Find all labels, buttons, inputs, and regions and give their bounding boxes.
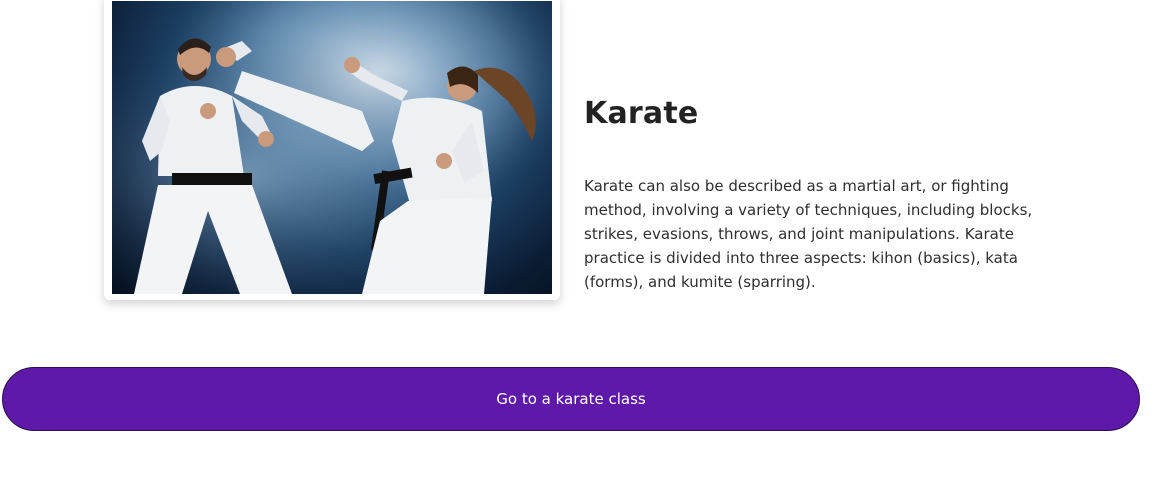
karate-illustration [112, 1, 552, 294]
karate-photo [112, 1, 552, 294]
feature-title: Karate [584, 96, 699, 131]
go-to-karate-class-button[interactable]: Go to a karate class [2, 367, 1140, 431]
feature-description: Karate can also be described as a martia… [584, 177, 1033, 291]
image-card [104, 0, 560, 300]
feature-content: Karate Karate can also be described as a… [584, 92, 1054, 294]
karate-feature-section: Karate Karate can also be described as a… [0, 0, 1151, 490]
